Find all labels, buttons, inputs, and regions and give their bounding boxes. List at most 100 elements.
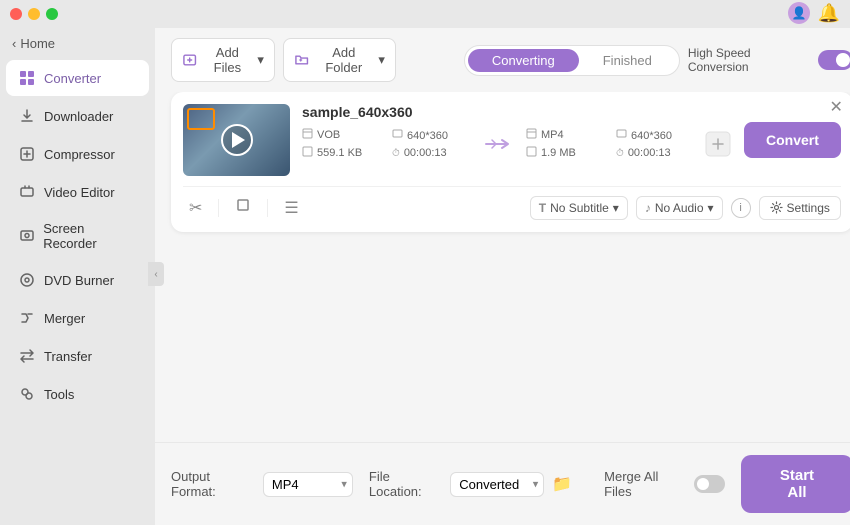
settings-button[interactable]: Settings xyxy=(759,196,841,220)
sidebar: ‹ Home Converter Downloader xyxy=(0,0,155,525)
minimize-traffic-light[interactable] xyxy=(28,8,40,20)
file-name: sample_640x360 xyxy=(302,104,732,120)
audio-dropdown-arrow: ▾ xyxy=(708,201,714,215)
sidebar-item-screen-recorder[interactable]: Screen Recorder xyxy=(6,212,149,260)
file-location-select-wrapper: Converted Desktop Custom... xyxy=(450,472,544,497)
file-location-label: File Location: xyxy=(369,469,442,499)
add-folder-icon xyxy=(294,52,309,68)
subtitle-value: No Subtitle xyxy=(550,201,609,215)
merge-toggle-switch[interactable] xyxy=(694,475,725,493)
speed-toggle-switch[interactable] xyxy=(818,50,850,70)
file-card-close-button[interactable]: ✕ xyxy=(830,100,843,116)
source-resolution-icon xyxy=(392,129,403,143)
converter-icon xyxy=(18,69,36,87)
crop-tool-button[interactable] xyxy=(229,195,257,220)
source-duration: ⏱ 00:00:13 xyxy=(392,147,472,159)
sidebar-item-converter-label: Converter xyxy=(44,71,101,86)
tab-finished[interactable]: Finished xyxy=(579,49,676,72)
subtitle-select[interactable]: T No Subtitle ▾ xyxy=(530,196,628,220)
output-format: MP4 xyxy=(526,128,616,142)
output-duration-value: 00:00:13 xyxy=(628,147,671,159)
thumbnail-corner-decoration xyxy=(187,108,215,130)
source-format-value: VOB xyxy=(317,129,340,141)
sidebar-item-tools-label: Tools xyxy=(44,387,74,402)
output-format-field: Output Format: MP4 MOV AVI MKV xyxy=(171,469,353,499)
browse-folder-button[interactable]: 📁 xyxy=(552,474,572,494)
source-size: 559.1 KB xyxy=(302,146,392,160)
transfer-icon xyxy=(18,347,36,365)
source-format: VOB xyxy=(302,128,392,142)
output-format-select[interactable]: MP4 MOV AVI MKV xyxy=(263,472,353,497)
toolbar-divider-2 xyxy=(267,199,268,217)
audio-select[interactable]: ♪ No Audio ▾ xyxy=(636,196,723,220)
toolbar-divider-1 xyxy=(218,199,219,217)
user-avatar-icon[interactable]: 👤 xyxy=(788,2,810,24)
close-traffic-light[interactable] xyxy=(10,8,22,20)
file-location-select[interactable]: Converted Desktop Custom... xyxy=(450,472,544,497)
file-meta-row: VOB 559.1 KB xyxy=(302,128,732,160)
sidebar-item-compressor-label: Compressor xyxy=(44,147,115,162)
output-size: 1.9 MB xyxy=(526,146,616,160)
home-nav[interactable]: ‹ Home xyxy=(0,28,155,59)
sidebar-item-downloader[interactable]: Downloader xyxy=(6,98,149,134)
conversion-tabs: Converting Finished xyxy=(464,45,680,76)
file-card-top: sample_640x360 VOB xyxy=(183,104,841,176)
dvd-burner-icon xyxy=(18,271,36,289)
subtitle-icon: T xyxy=(539,201,546,215)
start-all-button[interactable]: Start All xyxy=(741,455,850,513)
output-duration-icon: ⏱ xyxy=(616,148,624,159)
maximize-traffic-light[interactable] xyxy=(46,8,58,20)
merger-icon xyxy=(18,309,36,327)
source-duration-icon: ⏱ xyxy=(392,148,400,159)
output-duration: ⏱ 00:00:13 xyxy=(616,147,696,159)
conversion-arrow-icon xyxy=(472,136,526,152)
play-button[interactable] xyxy=(221,124,253,156)
quick-settings-icon xyxy=(704,130,732,158)
subtitle-dropdown-arrow: ▾ xyxy=(613,201,619,215)
sidebar-item-converter[interactable]: Converter xyxy=(6,60,149,96)
tab-converting[interactable]: Converting xyxy=(468,49,579,72)
output-format-select-wrapper: MP4 MOV AVI MKV xyxy=(263,472,353,497)
sidebar-item-dvd-burner-label: DVD Burner xyxy=(44,273,114,288)
output-resolution-icon xyxy=(616,129,627,143)
play-icon xyxy=(232,132,245,148)
file-card: ✕ sample_640x360 xyxy=(171,92,850,232)
add-files-button[interactable]: Add Files ▾ xyxy=(171,38,275,82)
sidebar-item-dvd-burner[interactable]: DVD Burner xyxy=(6,262,149,298)
scissors-tool-button[interactable]: ✂ xyxy=(183,196,208,220)
screen-recorder-icon xyxy=(18,227,35,245)
adjust-tool-button[interactable]: ☰ xyxy=(278,196,304,220)
output-resolution: 640*360 xyxy=(616,129,696,143)
compressor-icon xyxy=(18,145,36,163)
main-toolbar: Add Files ▾ Add Folder ▾ Converting Fini… xyxy=(155,28,850,92)
convert-button[interactable]: Convert xyxy=(744,122,841,158)
sidebar-item-tools[interactable]: Tools xyxy=(6,376,149,412)
source-resolution-value: 640*360 xyxy=(407,130,448,142)
add-files-icon xyxy=(182,52,197,68)
output-format-icon xyxy=(526,128,537,142)
info-button[interactable]: i xyxy=(731,198,751,218)
merge-label: Merge All Files xyxy=(604,469,688,499)
source-duration-value: 00:00:13 xyxy=(404,147,447,159)
source-meta: VOB 559.1 KB xyxy=(302,128,392,160)
settings-gear-icon xyxy=(770,201,783,214)
sidebar-item-transfer[interactable]: Transfer xyxy=(6,338,149,374)
quick-settings-icon-area xyxy=(704,130,732,158)
sidebar-item-video-editor-label: Video Editor xyxy=(44,185,115,200)
output-format-value: MP4 xyxy=(541,129,564,141)
bottom-bar: Output Format: MP4 MOV AVI MKV File Loca… xyxy=(155,442,850,525)
output-size-value: 1.9 MB xyxy=(541,147,576,159)
settings-btn-label: Settings xyxy=(787,201,830,215)
sidebar-collapse-button[interactable]: ‹ xyxy=(148,262,164,286)
sidebar-item-compressor[interactable]: Compressor xyxy=(6,136,149,172)
add-folder-button[interactable]: Add Folder ▾ xyxy=(283,38,396,82)
home-label: Home xyxy=(20,36,55,51)
sidebar-item-video-editor[interactable]: Video Editor xyxy=(6,174,149,210)
file-info: sample_640x360 VOB xyxy=(302,104,732,160)
source-size-icon xyxy=(302,146,313,160)
notification-icon[interactable]: 🔔 xyxy=(818,2,840,24)
audio-value: No Audio xyxy=(655,201,704,215)
downloader-icon xyxy=(18,107,36,125)
sidebar-item-merger[interactable]: Merger xyxy=(6,300,149,336)
source-format-icon xyxy=(302,128,313,142)
